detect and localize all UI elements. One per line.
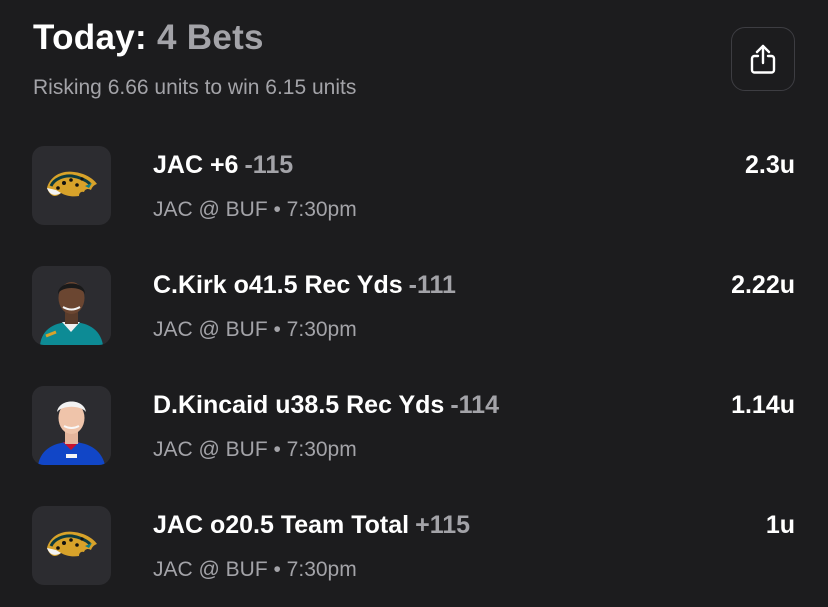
bet-pick: C.Kirk o41.5 Rec Yds -111 xyxy=(153,271,456,300)
bet-count: 4 Bets xyxy=(156,18,264,57)
bet-pick: JAC +6 -115 xyxy=(153,151,293,180)
risk-summary: Risking 6.66 units to win 6.15 units xyxy=(33,76,357,99)
pick-odds: +115 xyxy=(415,511,471,539)
bet-units: 2.3u xyxy=(744,151,795,179)
bet-units: 1.14u xyxy=(731,391,795,419)
pick-text: D.Kincaid u38.5 Rec Yds xyxy=(153,391,445,419)
share-button[interactable] xyxy=(731,27,795,91)
bet-matchup: JAC @ BUF • 7:30pm xyxy=(153,318,357,341)
pick-odds: -111 xyxy=(408,271,456,299)
pick-text: JAC o20.5 Team Total xyxy=(153,511,410,539)
title-prefix: Today: xyxy=(33,18,147,57)
bet-row[interactable]: D.Kincaid u38.5 Rec Yds -114 JAC @ BUF • … xyxy=(0,386,828,482)
bet-row[interactable]: C.Kirk o41.5 Rec Yds -111 JAC @ BUF • 7:3… xyxy=(0,266,828,362)
jaguars-logo xyxy=(32,506,111,585)
pick-text: C.Kirk o41.5 Rec Yds xyxy=(153,271,403,299)
bet-pick: D.Kincaid u38.5 Rec Yds -114 xyxy=(153,391,499,420)
page-title: Today: 4 Bets xyxy=(33,18,264,58)
pick-odds: -115 xyxy=(244,151,294,179)
bet-matchup: JAC @ BUF • 7:30pm xyxy=(153,198,357,221)
bet-units: 2.22u xyxy=(731,271,795,299)
bet-pick: JAC o20.5 Team Total +115 xyxy=(153,511,470,540)
bet-units: 1u xyxy=(765,511,795,539)
player-headshot xyxy=(32,266,111,345)
bet-row[interactable]: JAC +6 -115 JAC @ BUF • 7:30pm 2.3u xyxy=(0,146,828,242)
pick-text: JAC +6 xyxy=(153,151,239,179)
player-headshot xyxy=(32,386,111,465)
bet-matchup: JAC @ BUF • 7:30pm xyxy=(153,438,357,461)
jaguars-logo xyxy=(32,146,111,225)
bet-matchup: JAC @ BUF • 7:30pm xyxy=(153,558,357,581)
pick-odds: -114 xyxy=(450,391,499,419)
share-icon xyxy=(750,44,776,74)
bet-row[interactable]: JAC o20.5 Team Total +115 JAC @ BUF • 7:3… xyxy=(0,506,828,602)
